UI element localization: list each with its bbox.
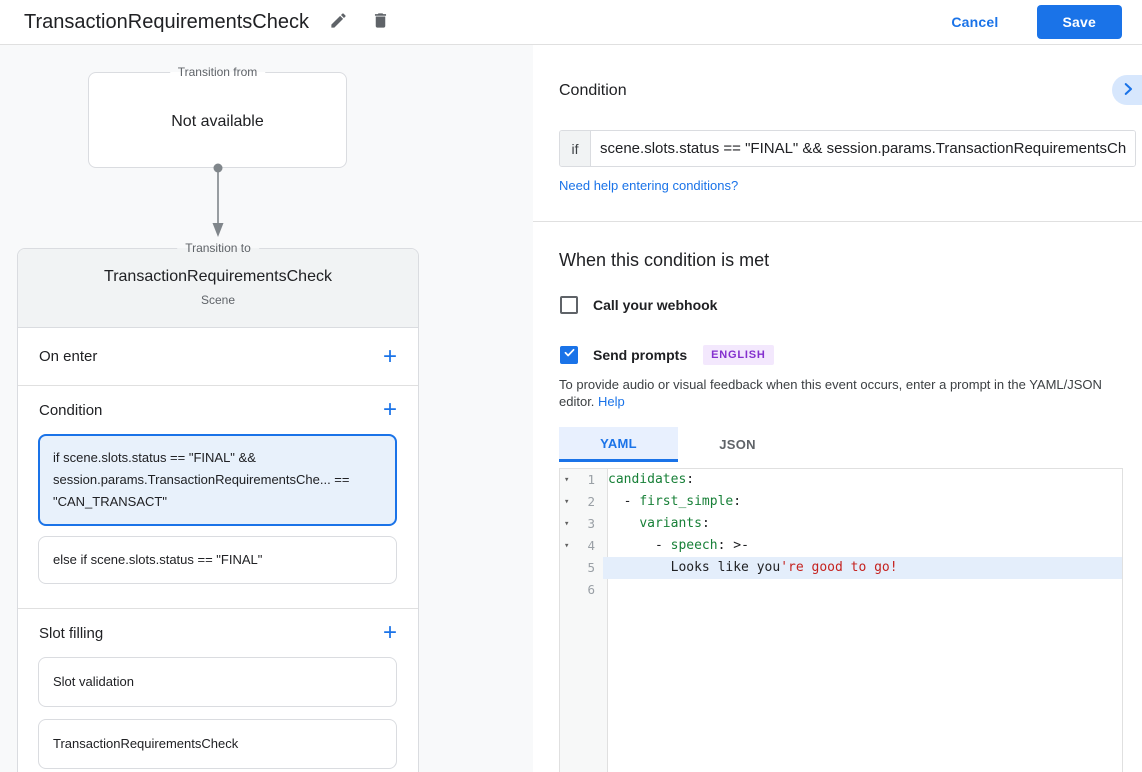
line-number: 1 — [576, 469, 602, 491]
add-condition-button[interactable]: + — [383, 400, 397, 420]
cancel-button[interactable]: Cancel — [951, 14, 998, 30]
prompt-help-link[interactable]: Help — [598, 394, 625, 409]
transition-from-box: Transition from Not available — [88, 72, 347, 168]
tab-json[interactable]: JSON — [678, 427, 797, 462]
trash-icon — [371, 11, 390, 33]
editor-format-tabs: YAMLJSON — [559, 427, 797, 462]
prompt-hint: To provide audio or visual feedback when… — [559, 376, 1139, 410]
conditions-help-link[interactable]: Need help entering conditions? — [559, 178, 738, 193]
slot-card[interactable]: TransactionRequirementsCheck — [38, 719, 397, 769]
scene-card-header: TransactionRequirementsCheck Scene — [18, 249, 418, 328]
line-number: 3 — [576, 513, 602, 535]
editor-line: ▾4 - speech: >- — [560, 535, 1122, 557]
checkmark-icon — [563, 346, 576, 364]
transition-to-card: Transition to TransactionRequirementsChe… — [17, 248, 419, 772]
condition-card-selected[interactable]: if scene.slots.status == "FINAL" && sess… — [38, 434, 397, 526]
code-line-content: - first_simple: — [603, 491, 1122, 513]
send-prompts-checkbox[interactable] — [560, 346, 578, 364]
scene-type: Scene — [18, 293, 418, 307]
page-header: TransactionRequirementsCheck Cancel Save — [0, 0, 1142, 45]
fold-arrow-icon[interactable]: ▾ — [560, 469, 576, 491]
editor-line: ▾3 variants: — [560, 513, 1122, 535]
condition-card[interactable]: else if scene.slots.status == "FINAL" — [38, 536, 397, 584]
transition-from-label: Transition from — [170, 65, 266, 79]
on-enter-section: On enter + — [18, 328, 418, 385]
webhook-label: Call your webhook — [593, 297, 717, 313]
condition-expression-row: if — [559, 130, 1136, 167]
code-line-content: candidates: — [603, 469, 1122, 491]
divider — [533, 221, 1142, 222]
save-button[interactable]: Save — [1037, 5, 1123, 39]
editor-line: 5 Looks like you're good to go! — [560, 557, 1122, 579]
page-title: TransactionRequirementsCheck — [24, 11, 309, 34]
fold-spacer — [560, 579, 576, 601]
scene-slot-cards: Slot validation TransactionRequirementsCh… — [18, 657, 418, 769]
code-line-content: variants: — [603, 513, 1122, 535]
condition-section-title: Condition — [39, 402, 383, 419]
slot-filling-section-header: Slot filling + — [18, 609, 418, 657]
fold-arrow-icon[interactable]: ▾ — [560, 491, 576, 513]
prompt-code-editor[interactable]: ▾1candidates:▾2 - first_simple:▾3 varian… — [559, 468, 1123, 772]
send-prompts-row: Send prompts ENGLISH — [560, 345, 774, 365]
scene-flow-panel: Transition from Not available Transition… — [0, 45, 533, 772]
spacer — [18, 594, 418, 608]
slot-card[interactable]: Slot validation — [38, 657, 397, 707]
line-number: 6 — [576, 579, 602, 601]
scene-name: TransactionRequirementsCheck — [18, 268, 418, 286]
transition-from-value: Not available — [89, 113, 346, 131]
condition-section-header: Condition + — [18, 386, 418, 434]
scene-condition-cards: if scene.slots.status == "FINAL" && sess… — [18, 434, 418, 584]
code-line-content: Looks like you're good to go! — [603, 557, 1122, 579]
on-enter-title: On enter — [39, 348, 383, 365]
condition-panel-title: Condition — [559, 82, 627, 100]
condition-detail-panel: Condition if Need help entering conditio… — [533, 45, 1142, 772]
if-prefix-label: if — [560, 131, 591, 166]
prompt-hint-text: To provide audio or visual feedback when… — [559, 377, 1102, 409]
condition-met-title: When this condition is met — [559, 250, 769, 271]
transition-arrow-icon — [210, 163, 226, 243]
edit-title-button[interactable] — [327, 10, 351, 34]
transition-to-label: Transition to — [177, 241, 259, 255]
fold-spacer — [560, 557, 576, 579]
line-number: 2 — [576, 491, 602, 513]
tab-yaml[interactable]: YAML — [559, 427, 678, 462]
language-badge: ENGLISH — [703, 345, 774, 365]
condition-expression-input[interactable] — [591, 131, 1135, 166]
editor-line: ▾1candidates: — [560, 469, 1122, 491]
editor-line: ▾2 - first_simple: — [560, 491, 1122, 513]
slot-filling-title: Slot filling — [39, 625, 383, 642]
editor-line: 6 — [560, 579, 1122, 601]
send-prompts-label: Send prompts — [593, 347, 687, 363]
line-number: 5 — [576, 557, 602, 579]
webhook-row: Call your webhook — [560, 296, 717, 314]
add-on-enter-button[interactable]: + — [383, 347, 397, 367]
fold-arrow-icon[interactable]: ▾ — [560, 513, 576, 535]
fold-arrow-icon[interactable]: ▾ — [560, 535, 576, 557]
code-line-content — [603, 579, 1122, 601]
chevron-right-icon — [1119, 80, 1137, 101]
pencil-icon — [329, 11, 348, 33]
delete-scene-button[interactable] — [369, 10, 393, 34]
code-line-content: - speech: >- — [603, 535, 1122, 557]
collapse-panel-button[interactable] — [1112, 75, 1142, 105]
webhook-checkbox[interactable] — [560, 296, 578, 314]
add-slot-button[interactable]: + — [383, 623, 397, 643]
line-number: 4 — [576, 535, 602, 557]
editor-lines: ▾1candidates:▾2 - first_simple:▾3 varian… — [560, 469, 1122, 601]
